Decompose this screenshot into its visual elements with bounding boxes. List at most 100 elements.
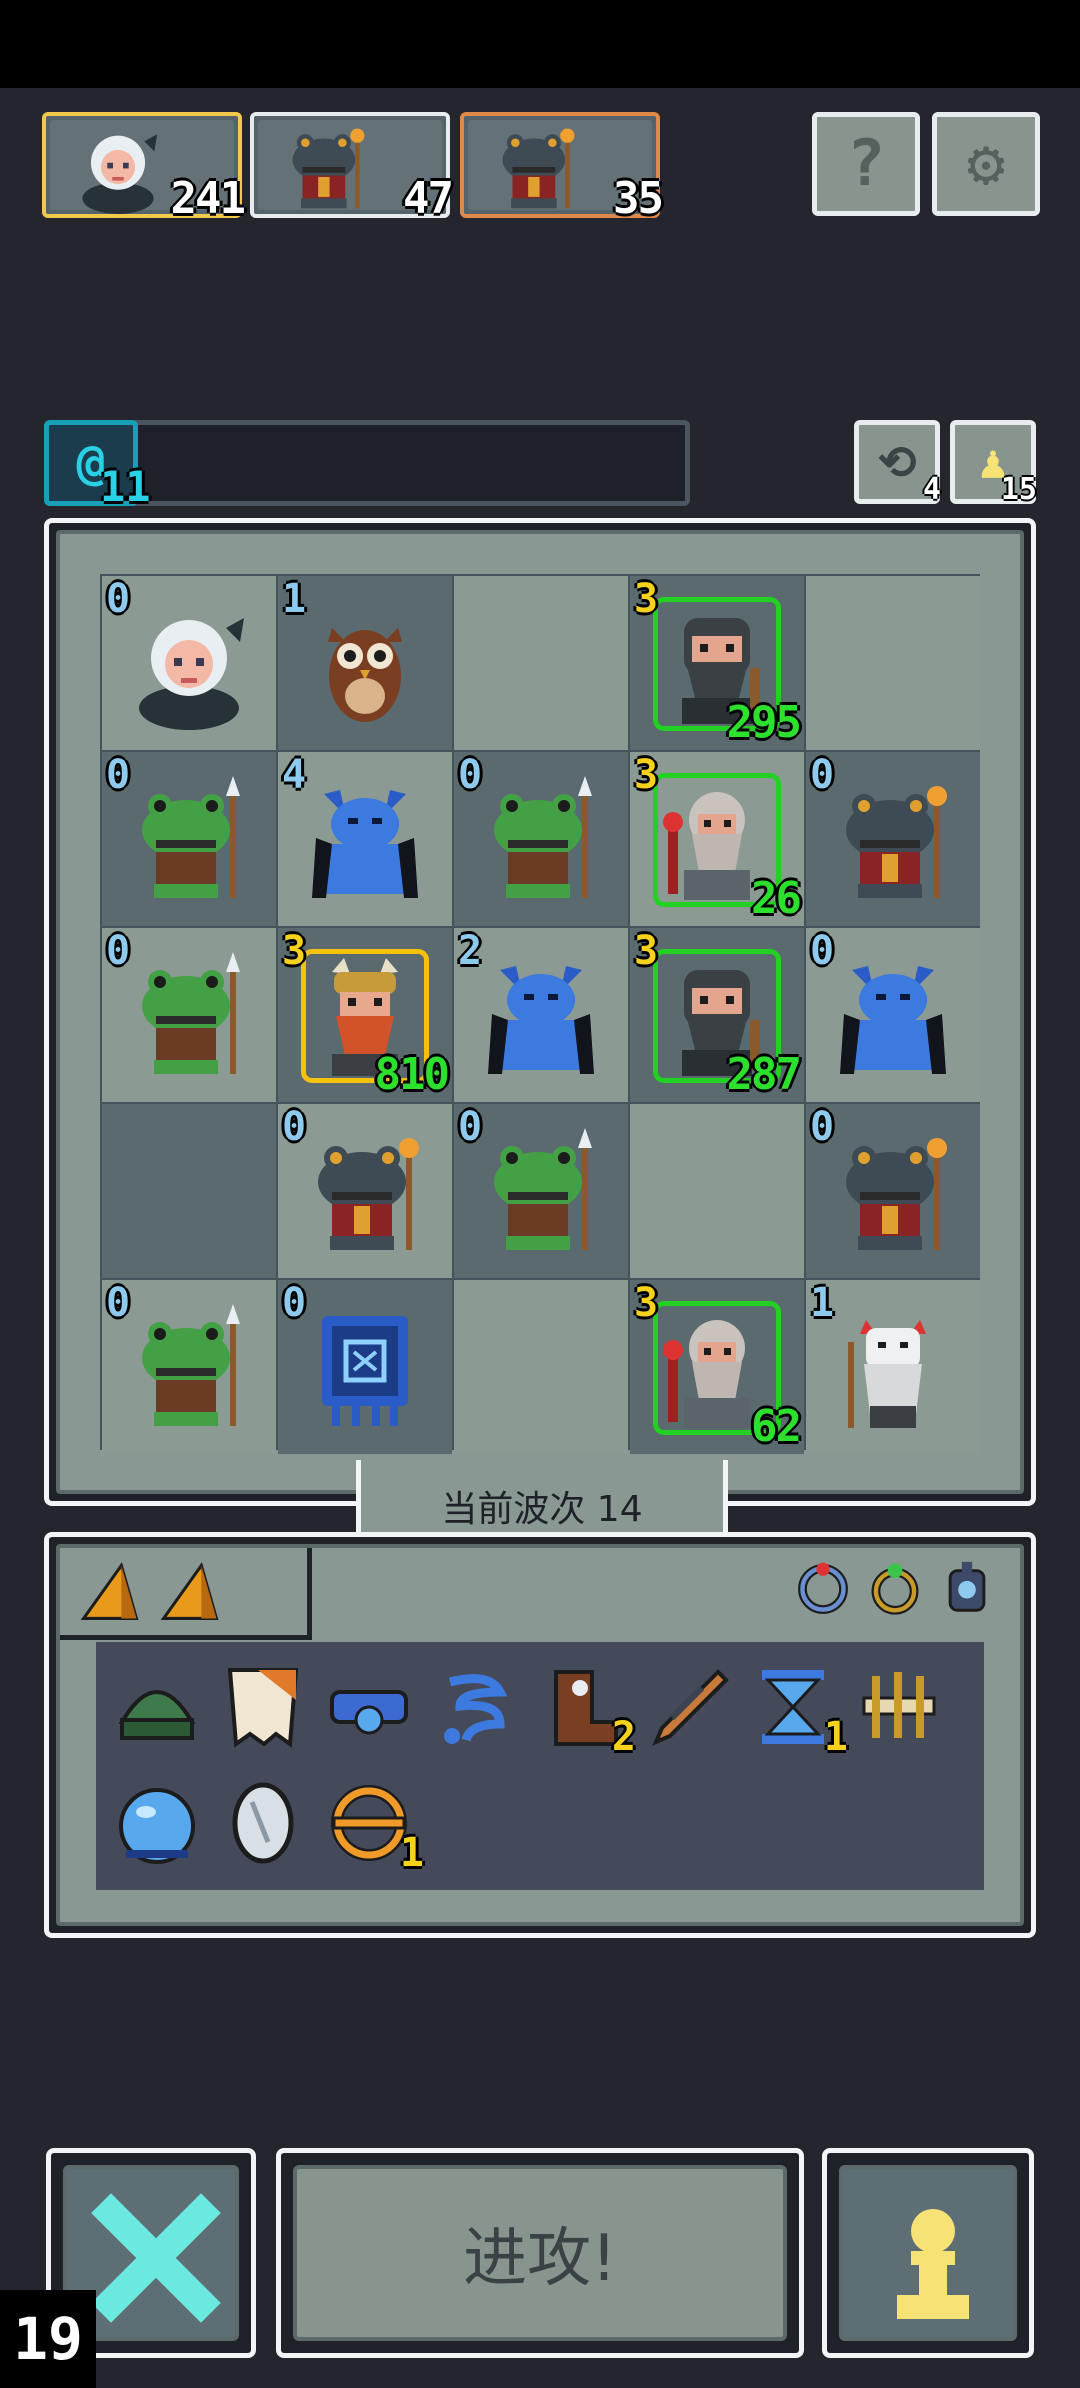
inventory-item-mirror-stone[interactable] bbox=[218, 1778, 308, 1868]
party-portrait[interactable]: 47 bbox=[250, 112, 454, 224]
tab-item-orange-gem[interactable] bbox=[76, 1558, 144, 1626]
board-cell-empty[interactable] bbox=[454, 576, 628, 750]
feather-dagger-icon bbox=[652, 1669, 729, 1746]
board-cell-green-frog-spearman[interactable]: 0 bbox=[102, 752, 276, 926]
blue-belt-icon bbox=[330, 1690, 408, 1735]
unit-level: 0 bbox=[458, 1104, 483, 1150]
board-cell-toad-shaman[interactable]: 0 bbox=[278, 1104, 452, 1278]
mirror-stone-icon bbox=[232, 1782, 294, 1864]
inventory-item-tattered-cape[interactable] bbox=[218, 1662, 308, 1752]
white-oni-sage-icon bbox=[848, 1320, 926, 1428]
inventory-item-blue-wind-scroll[interactable] bbox=[430, 1662, 520, 1752]
tab-item-orange-gem[interactable] bbox=[156, 1558, 224, 1626]
pawn-count: 15 bbox=[1000, 472, 1037, 507]
equip-blue-amulet[interactable] bbox=[934, 1556, 1000, 1622]
water-orb-icon bbox=[119, 1788, 195, 1864]
unit-level: 0 bbox=[282, 1104, 307, 1150]
board-cell-empty[interactable] bbox=[806, 576, 980, 750]
board-cell-blue-banner[interactable]: 0 bbox=[278, 1280, 452, 1454]
settings-button[interactable]: ⚙ bbox=[932, 112, 1040, 216]
board-cell-green-frog-spearman[interactable]: 0 bbox=[102, 1280, 276, 1454]
inventory-item-hourglass[interactable]: 1 bbox=[748, 1662, 848, 1760]
unit-power: 810 bbox=[374, 1049, 450, 1100]
pawn-button[interactable] bbox=[822, 2148, 1034, 2358]
inventory-item-bone-claw[interactable] bbox=[854, 1662, 944, 1752]
inventory-item-blue-belt[interactable] bbox=[324, 1662, 414, 1752]
help-button[interactable]: ? bbox=[812, 112, 920, 216]
toad-shaman-icon bbox=[846, 1138, 947, 1250]
board-cell-blue-imp[interactable]: 4 bbox=[278, 752, 452, 926]
unit-power: 295 bbox=[726, 697, 802, 748]
inventory-item-feather-dagger[interactable] bbox=[642, 1662, 732, 1752]
board-cell-red-beard-dwarf[interactable]: 3 810 bbox=[278, 928, 452, 1102]
owl-icon bbox=[328, 628, 402, 722]
board-cell-old-dwarf-mage[interactable]: 3 26 bbox=[630, 752, 804, 926]
unit-level: 0 bbox=[458, 752, 483, 798]
question-icon: ? bbox=[846, 127, 886, 201]
board-cell-owl[interactable]: 1 bbox=[278, 576, 452, 750]
green-frog-spearman-icon bbox=[494, 776, 592, 898]
green-frog-spearman-icon bbox=[142, 952, 240, 1074]
blue-wind-scroll-icon bbox=[444, 1674, 508, 1744]
red-ring-icon bbox=[798, 1562, 848, 1614]
board-cell-white-haired-heroine[interactable]: 0 bbox=[102, 576, 276, 750]
board-cell-old-dwarf-mage[interactable]: 3 62 bbox=[630, 1280, 804, 1454]
blue-imp-icon bbox=[840, 966, 946, 1074]
green-frog-spearman-icon bbox=[494, 1128, 592, 1250]
inventory-item-green-helmet[interactable] bbox=[112, 1662, 202, 1752]
portrait-count: 47 bbox=[403, 173, 454, 224]
unit-level: 3 bbox=[634, 752, 659, 798]
unit-level: 0 bbox=[810, 1104, 835, 1150]
portrait-count: 35 bbox=[613, 173, 664, 224]
unit-level: 0 bbox=[282, 1280, 307, 1326]
green-frog-spearman-icon bbox=[142, 1304, 240, 1426]
blue-imp-icon bbox=[488, 966, 594, 1074]
board-cell-empty[interactable] bbox=[630, 1104, 804, 1278]
inventory-item-water-orb[interactable] bbox=[112, 1778, 202, 1868]
board-cell-green-frog-spearman[interactable]: 0 bbox=[454, 752, 628, 926]
green-ring-icon bbox=[871, 1563, 919, 1615]
equip-green-ring[interactable] bbox=[862, 1556, 928, 1622]
board-cell-empty[interactable] bbox=[454, 1280, 628, 1454]
inventory-item-brown-boot[interactable]: 2 bbox=[536, 1662, 636, 1760]
unit-power: 62 bbox=[751, 1401, 802, 1452]
attack-label: 进攻! bbox=[463, 2222, 617, 2296]
refresh-button[interactable]: ⟲ 4 bbox=[854, 420, 941, 507]
party-portrait[interactable]: 35 bbox=[460, 112, 664, 224]
unit-level: 1 bbox=[810, 1280, 835, 1326]
unit-level: 2 bbox=[458, 928, 483, 974]
board-cell-blue-imp[interactable]: 2 bbox=[454, 928, 628, 1102]
board-cell-blue-imp[interactable]: 0 bbox=[806, 928, 980, 1102]
board-cell-toad-shaman[interactable]: 0 bbox=[806, 752, 980, 926]
portrait-count: 241 bbox=[170, 173, 246, 224]
equip-red-ring[interactable] bbox=[790, 1556, 856, 1622]
orb-count: 11 bbox=[100, 462, 151, 511]
unit-level: 3 bbox=[634, 576, 659, 622]
blue-imp-icon bbox=[312, 790, 418, 898]
unit-level: 0 bbox=[106, 1280, 131, 1326]
pawn-shop-button[interactable]: ♟ 15 bbox=[950, 420, 1037, 507]
item-count: 1 bbox=[823, 1714, 848, 1760]
party-portrait[interactable]: 241 bbox=[42, 112, 246, 224]
attack-button[interactable]: 进攻! bbox=[276, 2148, 804, 2358]
board-cell-green-frog-spearman[interactable]: 0 bbox=[102, 928, 276, 1102]
board-cell-white-oni-sage[interactable]: 1 bbox=[806, 1280, 980, 1454]
unit-power: 26 bbox=[751, 873, 802, 924]
pawn-large-icon bbox=[897, 2209, 969, 2319]
board-cell-dwarf-warrior[interactable]: 3 287 bbox=[630, 928, 804, 1102]
status-bar bbox=[0, 0, 1080, 88]
gear-icon: ⚙ bbox=[966, 127, 1006, 201]
board-cell-toad-shaman[interactable]: 0 bbox=[806, 1104, 980, 1278]
inventory-item-compass-ring[interactable]: 1 bbox=[324, 1778, 424, 1876]
unit-level: 0 bbox=[106, 928, 131, 974]
cross-icon bbox=[91, 2193, 221, 2323]
board-cell-green-frog-spearman[interactable]: 0 bbox=[454, 1104, 628, 1278]
toad-shaman-icon bbox=[846, 786, 947, 898]
orange-gem-icon bbox=[80, 1562, 139, 1620]
board-cell-empty[interactable] bbox=[102, 1104, 276, 1278]
item-count: 2 bbox=[611, 1714, 636, 1760]
fps-counter: 19 bbox=[0, 2290, 96, 2388]
white-haired-heroine-icon bbox=[139, 618, 244, 730]
board-cell-dwarf-warrior[interactable]: 3 295 bbox=[630, 576, 804, 750]
unit-power: 287 bbox=[726, 1049, 802, 1100]
